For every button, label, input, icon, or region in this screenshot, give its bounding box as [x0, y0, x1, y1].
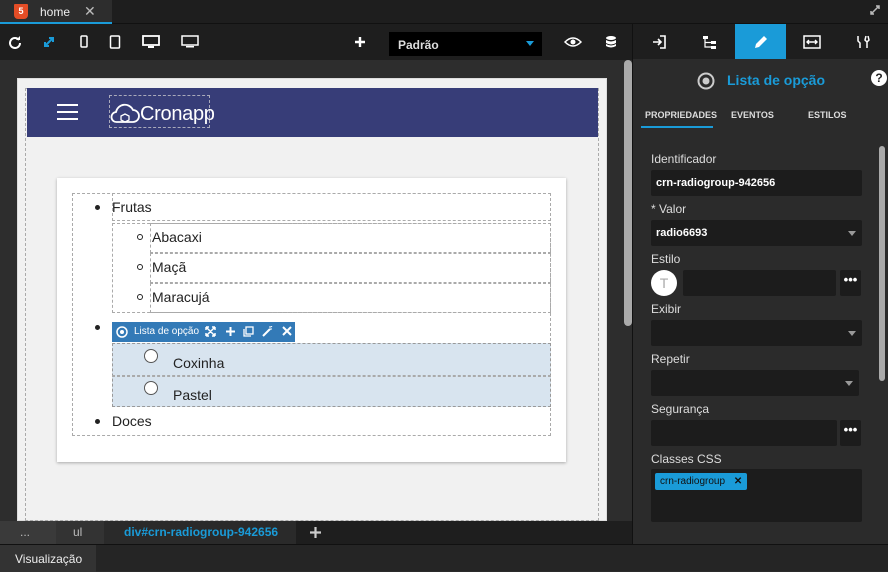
breadcrumb: ... ul div#crn-radiogroup-942656 [0, 521, 632, 544]
tab-properties[interactable]: PROPRIEDADES [645, 110, 717, 120]
repetir-select[interactable] [651, 370, 859, 396]
chevron-down-icon [848, 331, 856, 336]
sublist-item[interactable] [150, 253, 551, 283]
bullet-icon [95, 325, 100, 330]
tab-home[interactable]: 5 home ✕ [0, 0, 112, 24]
radio-target-icon [116, 326, 128, 338]
radio-button[interactable] [144, 349, 158, 363]
tab-events[interactable]: EVENTOS [731, 110, 774, 120]
circle-bullet-icon [137, 234, 143, 240]
exibir-select[interactable] [651, 320, 862, 346]
chevron-down-icon [845, 381, 853, 386]
seguranca-input[interactable] [651, 420, 837, 446]
exibir-label: Exibir [651, 302, 682, 316]
tree-icon[interactable] [684, 24, 735, 59]
radio-button[interactable] [144, 381, 158, 395]
radio-label: Coxinha [173, 355, 225, 371]
copy-icon[interactable] [243, 326, 254, 337]
sublist-item-label: Maçã [152, 259, 187, 275]
identificador-input[interactable]: crn-radiogroup-942656 [651, 170, 862, 196]
css-class-tag-label: crn-radiogroup [660, 476, 726, 487]
breadcrumb-item[interactable]: ... [0, 521, 56, 544]
circle-bullet-icon [137, 294, 143, 300]
radio-target-icon [697, 72, 715, 90]
restore-window-icon[interactable] [868, 3, 882, 17]
component-name: Lista de opção [134, 326, 200, 337]
remove-tag-icon[interactable]: ✕ [734, 476, 742, 487]
sublist-item[interactable] [150, 283, 551, 313]
tab-styles[interactable]: ESTILOS [808, 110, 847, 120]
magic-wand-icon[interactable] [262, 326, 273, 337]
properties-panel: Lista de opção ? PROPRIEDADES EVENTOS ES… [632, 24, 888, 544]
panel-scrollbar[interactable] [879, 146, 885, 381]
bullet-icon [95, 205, 100, 210]
visualization-tab[interactable]: Visualização [0, 545, 96, 572]
list-item-label: Frutas [112, 199, 152, 215]
estilo-label: Estilo [651, 252, 681, 266]
add-child-icon[interactable] [225, 326, 236, 337]
move-icon[interactable] [205, 326, 216, 337]
chevron-down-icon [848, 231, 856, 236]
mobile-icon[interactable] [75, 33, 93, 51]
estilo-more-button[interactable]: ••• [840, 270, 861, 296]
list-item[interactable] [112, 193, 551, 221]
refresh-icon[interactable] [6, 33, 24, 51]
estilo-input[interactable] [683, 270, 836, 296]
html5-icon: 5 [14, 4, 28, 19]
add-icon[interactable] [351, 33, 369, 51]
circle-bullet-icon [137, 264, 143, 270]
valor-value: radio6693 [656, 227, 708, 239]
seguranca-more-button[interactable]: ••• [840, 420, 861, 446]
logo-text: Cronapp [140, 103, 215, 125]
breadcrumb-item-active[interactable]: div#crn-radiogroup-942656 [104, 521, 296, 544]
tab-label: home [40, 5, 71, 19]
canvas-scrollbar[interactable] [624, 60, 632, 326]
edit-pencil-icon[interactable] [735, 24, 786, 59]
seguranca-label: Segurança [651, 402, 710, 416]
theme-select[interactable]: Padrão [389, 32, 542, 56]
radiogroup-divider [112, 375, 551, 377]
valor-select[interactable]: radio6693 [651, 220, 862, 246]
desktop-icon[interactable] [142, 33, 160, 51]
sublist-item-label: Maracujá [152, 289, 210, 305]
theme-select-value: Padrão [398, 38, 439, 52]
widescreen-icon[interactable] [181, 33, 199, 51]
breadcrumb-item[interactable]: ul [56, 521, 104, 544]
panel-title: Lista de opção [727, 72, 826, 88]
resize-horizontal-icon[interactable] [786, 24, 837, 59]
database-icon[interactable] [602, 33, 620, 51]
style-avatar[interactable]: T [651, 270, 677, 296]
sublist-item-label: Abacaxi [152, 229, 202, 245]
chevron-down-icon [526, 41, 534, 46]
identificador-label: Identificador [651, 152, 717, 166]
hamburger-icon[interactable] [57, 104, 78, 106]
help-icon[interactable]: ? [871, 70, 887, 86]
hamburger-icon-bar [57, 111, 78, 113]
hamburger-icon-bar [57, 118, 78, 120]
tablet-icon[interactable] [106, 33, 124, 51]
repetir-label: Repetir [651, 352, 690, 366]
valor-label: * Valor [651, 202, 687, 216]
active-tab-indicator [641, 126, 713, 128]
tab-bar: 5 home ✕ [0, 0, 888, 24]
close-tab-icon[interactable]: ✕ [84, 3, 96, 20]
panel-toolbar [633, 24, 888, 59]
status-bar: Visualização [0, 544, 888, 572]
bullet-icon [95, 419, 100, 424]
import-icon[interactable] [633, 24, 684, 59]
classes-label: Classes CSS [651, 452, 722, 466]
cloud-logo-icon [110, 100, 140, 126]
expand-icon[interactable] [40, 33, 58, 51]
add-icon[interactable] [309, 526, 322, 539]
tools-icon[interactable] [837, 24, 888, 59]
delete-icon[interactable] [282, 326, 292, 336]
sublist-item[interactable] [150, 223, 551, 253]
css-class-tag[interactable]: crn-radiogroup ✕ [655, 473, 748, 490]
radio-label: Pastel [173, 387, 212, 403]
list-item-label: Doces [112, 413, 152, 429]
visibility-icon[interactable] [564, 33, 582, 51]
component-toolbar: Lista de opção [112, 322, 295, 342]
